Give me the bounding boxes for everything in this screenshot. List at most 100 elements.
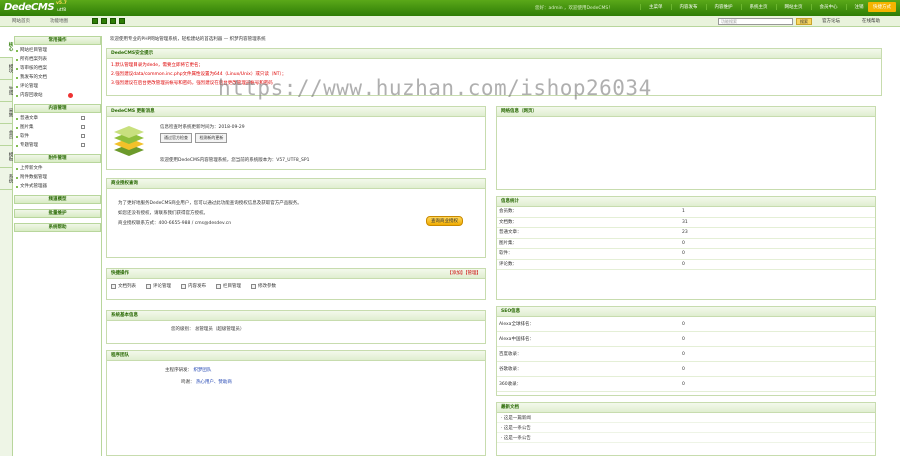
tab-generate[interactable]: 生成: [0, 80, 13, 102]
sidebar-item-image-label: 图片集: [20, 125, 34, 130]
sidebar-item-comments[interactable]: 评论管理: [14, 82, 101, 91]
stats-key: 软件：: [499, 251, 513, 256]
business-text-2: 如您还没有授权，请联系我们获得官方授权。: [118, 211, 208, 216]
quick-categories[interactable]: 栏目管理: [216, 283, 241, 289]
stats-row: 会员数： 1: [497, 207, 875, 218]
nav-member-center[interactable]: 会员中心: [810, 4, 846, 10]
check-update-button[interactable]: 检测新的更新: [195, 133, 228, 143]
doc-link[interactable]: · 这是一篇新闻: [497, 413, 875, 423]
quick-comments-label: 评论管理: [153, 284, 171, 289]
quick-publish[interactable]: 内容发布: [181, 283, 206, 289]
docs-panel-title: 最新文档: [497, 403, 875, 413]
doc-link[interactable]: · 这是一条公告: [497, 433, 875, 443]
sidebar-section-common[interactable]: 常用操作: [14, 36, 101, 45]
sidebar-item-special[interactable]: 专题管理: [14, 141, 101, 150]
site-home-link[interactable]: 网站首页: [12, 18, 30, 24]
sidebar-item-all-docs[interactable]: 所有档案列表: [14, 55, 101, 64]
logo[interactable]: DedeCMS: [4, 2, 55, 13]
stats-key: 文档数：: [499, 219, 517, 225]
sidebar-section-help[interactable]: 系统帮助: [14, 223, 101, 232]
quick-actions: 文档列表 评论管理 内容发布 栏目管理 修改参数: [107, 279, 485, 293]
latest-update-text: 信息检查时系统更新时间为：2018-09-29: [160, 125, 245, 130]
news-panel-title: 网络信息（网页）: [497, 107, 875, 117]
sysinfo-panel-title: 系统基本信息: [107, 311, 485, 321]
layout-icon-3[interactable]: [110, 18, 116, 24]
search-button[interactable]: 搜索: [796, 18, 812, 25]
seo-value: 0: [682, 322, 685, 327]
sidebar-item-upload[interactable]: 上传新文件: [14, 164, 101, 173]
security-panel-title: DedeCMS安全提示: [107, 49, 881, 59]
stats-row: 图片集： 0: [497, 239, 875, 249]
sidebar-section-attachments[interactable]: 附件管理: [14, 154, 101, 163]
layout-icon-1[interactable]: [92, 18, 98, 24]
tab-template[interactable]: 模板: [0, 146, 13, 168]
team-label: 主程序研发：: [165, 368, 192, 373]
online-help-link[interactable]: 在线帮助: [862, 18, 880, 24]
add-icon[interactable]: [81, 125, 85, 129]
warning-icon: [68, 92, 73, 98]
team-panel-title: 程序团队: [107, 351, 485, 361]
sidebar-section-batch[interactable]: 批量维护: [14, 209, 101, 218]
official-forum-link[interactable]: 官方论坛: [822, 18, 840, 24]
check-official-button[interactable]: 通过官方检查: [160, 133, 192, 143]
nav-site-home[interactable]: 网站主页: [775, 4, 811, 10]
stats-row: 软件： 0: [497, 249, 875, 260]
sidebar-section-channel-model[interactable]: 频道模型: [14, 195, 101, 204]
team-value[interactable]: 织梦团队: [193, 368, 211, 373]
news-panel: 网络信息（网页）: [496, 106, 876, 190]
docs-panel: 最新文档 · 这是一篇新闻 · 这是一条公告 · 这是一条公告: [496, 402, 876, 456]
business-panel-title: 商业授权查询: [107, 179, 485, 189]
quick-settings[interactable]: 修改参数: [251, 283, 276, 289]
tab-module[interactable]: 模块: [0, 58, 13, 80]
doc-link[interactable]: · 这是一条公告: [497, 423, 875, 433]
function-map-link[interactable]: 功能地图: [50, 18, 68, 24]
sidebar-item-attach-data[interactable]: 附件数据管理: [14, 173, 101, 182]
logo-subtitle: utf8: [57, 8, 67, 13]
tab-core[interactable]: 核心: [0, 36, 13, 58]
sidebar-item-image[interactable]: 图片集: [14, 123, 101, 132]
stats-key: 普通文章：: [499, 230, 522, 235]
business-text-1: 为了更好地服务DedeCMS商业用户，您可以通过此功能查询授权信息及获取官方产品…: [118, 201, 302, 206]
seo-key: 360收录：: [499, 382, 522, 387]
layout-icon-4[interactable]: [119, 18, 125, 24]
team-panel: 程序团队 主程序研发： 织梦团队 鸣谢： 热心用户、赞助商: [106, 350, 486, 456]
quick-panel-links[interactable]: 【添加】【管理】: [447, 269, 481, 279]
sidebar-item-file-manager[interactable]: 文件式管理器: [14, 182, 101, 191]
nav-publish[interactable]: 内容发布: [670, 4, 706, 10]
top-nav: 主菜单 内容发布 内容维护 系统主页 网站主页 会员中心 注销: [640, 4, 872, 10]
quick-shortcut-button[interactable]: 快捷方式: [868, 2, 896, 12]
sidebar-item-recycle[interactable]: 内容回收站: [14, 91, 101, 100]
tab-collect[interactable]: 采集: [0, 102, 13, 124]
seo-value: 0: [682, 367, 685, 372]
publish-icon: [181, 283, 186, 289]
function-search-input[interactable]: 功能搜索: [718, 18, 793, 25]
seo-key: 谷歌收录：: [499, 367, 522, 372]
sidebar-item-software[interactable]: 软件: [14, 132, 101, 141]
sidebar-section-content[interactable]: 内容管理: [14, 104, 101, 113]
quick-panel: 快捷操作 【添加】【管理】 文档列表 评论管理 内容发布 栏目管理 修改参数: [106, 268, 486, 300]
quick-doc-list[interactable]: 文档列表: [111, 283, 136, 289]
sidebar: 常用操作 网站栏目管理 所有档案列表 等审核的档案 我发布的文档 评论管理 内容…: [14, 36, 102, 456]
doc-icon: [111, 283, 116, 289]
nav-system-home[interactable]: 系统主页: [740, 4, 776, 10]
team-value[interactable]: 热心用户、赞助商: [196, 380, 232, 385]
user-info: 您好：admin ，欢迎使用DedeCMS！: [535, 6, 613, 11]
version-panel-title: DedeCMS 更新消息: [107, 107, 485, 117]
settings-icon: [251, 283, 256, 289]
nav-maintain[interactable]: 内容维护: [705, 4, 741, 10]
tab-member[interactable]: 会员: [0, 124, 13, 146]
top-bar: DedeCMS v5.7 utf8 您好：admin ，欢迎使用DedeCMS！…: [0, 0, 900, 16]
sidebar-item-article[interactable]: 普通文章: [14, 114, 101, 123]
add-icon[interactable]: [81, 143, 85, 147]
tab-system[interactable]: 系统: [0, 168, 13, 190]
sidebar-item-pending-docs[interactable]: 等审核的档案: [14, 64, 101, 73]
nav-main-menu[interactable]: 主菜单: [640, 4, 671, 10]
quick-comments[interactable]: 评论管理: [146, 283, 171, 289]
sidebar-item-my-docs[interactable]: 我发布的文档: [14, 73, 101, 82]
stats-key: 会员数：: [499, 209, 517, 214]
add-icon[interactable]: [81, 134, 85, 138]
layout-icon-2[interactable]: [101, 18, 107, 24]
sidebar-item-category-manage[interactable]: 网站栏目管理: [14, 46, 101, 55]
add-icon[interactable]: [81, 116, 85, 120]
business-query-button[interactable]: 查询商业授权: [426, 216, 463, 226]
